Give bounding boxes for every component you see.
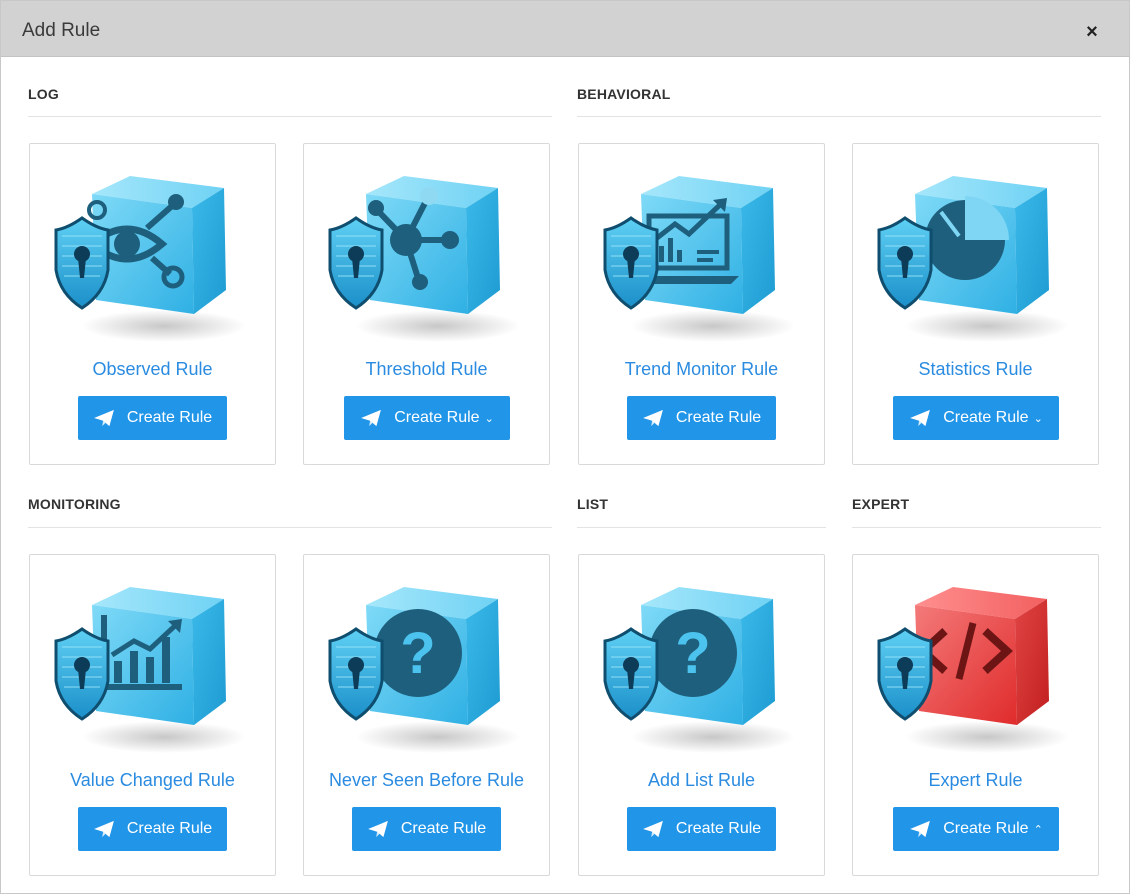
rule-card-title[interactable]: Trend Monitor Rule (579, 359, 824, 380)
section-divider (28, 527, 552, 528)
svg-text:?: ? (675, 621, 710, 686)
modal-title: Add Rule (22, 20, 101, 41)
network-node-icon (326, 166, 526, 346)
rule-card: Trend Monitor Rule Create Rule (578, 143, 825, 465)
create-rule-label: Create Rule (943, 409, 1029, 426)
rule-card: ? Add List Rule Create Rule (578, 554, 825, 876)
section-divider (852, 527, 1101, 528)
create-rule-button[interactable]: Create Rule (78, 396, 227, 440)
paper-plane-icon (367, 820, 388, 838)
create-rule-button[interactable]: Create Rule (627, 807, 776, 851)
section-title-expert: EXPERT (852, 496, 910, 512)
create-rule-label: Create Rule (675, 820, 762, 837)
chevron-down-icon: ⌄ (1033, 412, 1043, 425)
create-rule-label: Create Rule (400, 820, 487, 837)
section-title-behavioral: BEHAVIORAL (577, 86, 671, 102)
section-title-monitoring: MONITORING (28, 496, 121, 512)
paper-plane-icon (910, 409, 931, 427)
rule-card: Observed Rule Create Rule (29, 143, 276, 465)
rule-card: Value Changed Rule Create Rule (29, 554, 276, 876)
paper-plane-icon (642, 820, 663, 838)
paper-plane-icon (642, 409, 663, 427)
close-button[interactable]: × (1081, 21, 1103, 43)
create-rule-label: Create Rule (126, 820, 213, 837)
modal-header: Add Rule × (1, 1, 1129, 57)
rule-card-title[interactable]: Add List Rule (579, 770, 824, 791)
section-title-log: LOG (28, 86, 59, 102)
create-rule-label: Create Rule (943, 820, 1029, 837)
paper-plane-icon (93, 409, 114, 427)
rule-card-title[interactable]: Expert Rule (853, 770, 1098, 791)
create-rule-button[interactable]: Create Rule ⌄ (344, 396, 510, 440)
create-rule-button[interactable]: Create Rule ⌃ (893, 807, 1059, 851)
create-rule-button[interactable]: Create Rule (627, 396, 776, 440)
section-title-list: LIST (577, 496, 609, 512)
rule-card-title[interactable]: Observed Rule (30, 359, 275, 380)
rule-card-title[interactable]: Value Changed Rule (30, 770, 275, 791)
rule-card: ? Never Seen Before Rule Create Rule (303, 554, 550, 876)
add-rule-modal: Add Rule × LOG BEHAVIORAL MONITORING LIS… (0, 0, 1130, 894)
section-divider (577, 527, 826, 528)
chevron-up-icon: ⌃ (1033, 823, 1043, 836)
rule-card-title[interactable]: Threshold Rule (304, 359, 549, 380)
paper-plane-icon (93, 820, 114, 838)
paper-plane-icon (361, 409, 382, 427)
bar-growth-icon (52, 577, 252, 757)
create-rule-label: Create Rule (675, 409, 762, 426)
section-divider (28, 116, 552, 117)
question-icon: ? (601, 577, 801, 757)
create-rule-label: Create Rule (394, 409, 480, 426)
question-icon: ? (326, 577, 526, 757)
rule-card-title[interactable]: Never Seen Before Rule (304, 770, 549, 791)
pie-chart-icon (875, 166, 1075, 346)
create-rule-button[interactable]: Create Rule ⌄ (893, 396, 1059, 440)
eye-network-icon (52, 166, 252, 346)
paper-plane-icon (910, 820, 931, 838)
laptop-trend-icon (601, 166, 801, 346)
code-icon (875, 577, 1075, 757)
svg-text:?: ? (400, 621, 435, 686)
chevron-down-icon: ⌄ (484, 412, 494, 425)
section-divider (577, 116, 1101, 117)
rule-card: Statistics Rule Create Rule ⌄ (852, 143, 1099, 465)
rule-card: Expert Rule Create Rule ⌃ (852, 554, 1099, 876)
create-rule-label: Create Rule (126, 409, 213, 426)
create-rule-button[interactable]: Create Rule (78, 807, 227, 851)
rule-card: Threshold Rule Create Rule ⌄ (303, 143, 550, 465)
rule-card-title[interactable]: Statistics Rule (853, 359, 1098, 380)
create-rule-button[interactable]: Create Rule (352, 807, 501, 851)
